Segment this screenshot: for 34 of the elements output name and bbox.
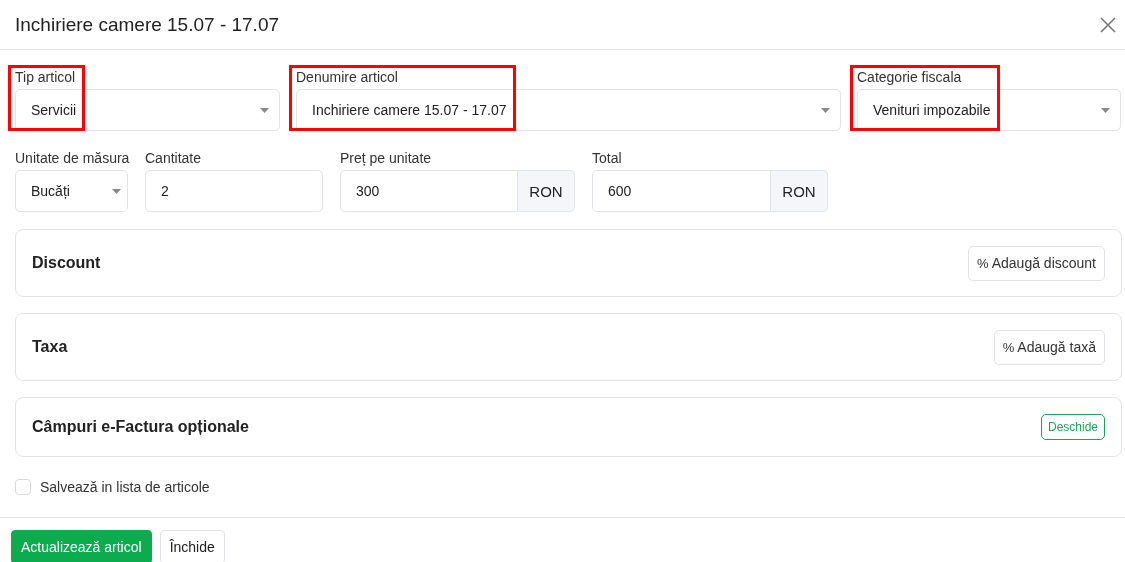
section-title: Discount xyxy=(32,254,101,272)
field-label: Total xyxy=(592,149,623,167)
close-button[interactable]: Închide xyxy=(159,530,225,562)
select-field[interactable]: Bucăți xyxy=(15,170,128,212)
field-label: Categorie fiscala xyxy=(857,68,963,86)
field-value: Bucăți xyxy=(31,183,70,199)
field-value: 300 xyxy=(356,183,380,199)
field-label: Denumire articol xyxy=(296,68,399,86)
field-label: Preț pe unitate xyxy=(340,149,433,167)
add-button[interactable]: % Adaugă taxă xyxy=(993,329,1105,365)
input-field[interactable]: 2 xyxy=(145,170,323,212)
field-value: Servicii xyxy=(31,102,77,118)
checkbox-label: Salvează in lista de articole xyxy=(40,479,210,495)
caret-icon xyxy=(112,188,121,194)
input-field[interactable]: 300 xyxy=(340,170,518,212)
add-button[interactable]: % Adaugă discount xyxy=(968,245,1105,281)
field-label: Unitate de măsura xyxy=(15,149,128,167)
currency-addon: RON xyxy=(771,170,828,212)
field-value: Venituri impozabile xyxy=(873,102,991,118)
caret-icon xyxy=(821,107,830,113)
field-label: Cantitate xyxy=(145,149,203,167)
input-field[interactable]: 600 xyxy=(592,170,771,212)
field-label: Tip articol xyxy=(15,68,77,86)
field-value: 2 xyxy=(161,183,169,199)
checkbox[interactable] xyxy=(15,479,31,495)
field-value: Inchiriere camere 15.07 - 17.07 xyxy=(312,102,507,118)
close-icon[interactable] xyxy=(1100,16,1116,33)
caret-icon xyxy=(260,107,269,113)
dialog-title: Inchiriere camere 15.07 - 17.07 xyxy=(15,13,280,36)
section-title: Câmpuri e-Factura opționale xyxy=(32,418,249,436)
caret-icon xyxy=(1101,107,1110,113)
currency-addon: RON xyxy=(518,170,575,212)
section-title: Taxa xyxy=(32,338,68,356)
field-value: 600 xyxy=(608,183,632,199)
